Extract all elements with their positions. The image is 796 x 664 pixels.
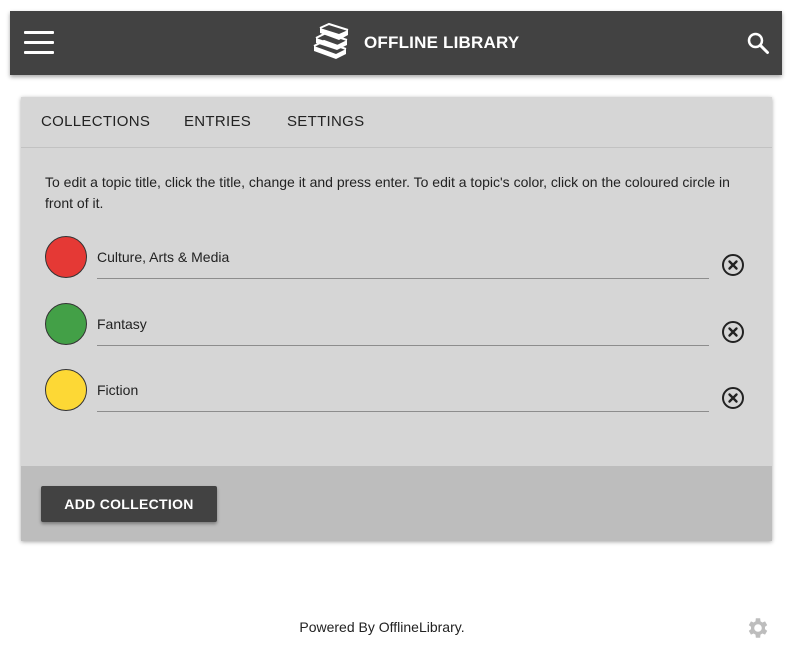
hamburger-menu-icon[interactable] [24, 31, 54, 55]
color-picker-dot[interactable] [45, 369, 87, 411]
powered-by-text: Powered By OfflineLibrary. [299, 619, 465, 635]
tab-entries[interactable]: ENTRIES [184, 113, 251, 130]
books-stack-icon [313, 22, 349, 59]
brand[interactable]: OFFLINE LIBRARY [306, 21, 519, 65]
circle-x-icon[interactable] [721, 320, 745, 344]
app-title: OFFLINE LIBRARY [364, 33, 520, 52]
add-collection-button[interactable]: ADD COLLECTION [41, 486, 217, 522]
collection-title-input[interactable] [97, 369, 709, 412]
instructions-text: To edit a topic title, click the title, … [45, 174, 730, 211]
collections-card: COLLECTIONS ENTRIES SETTINGS To edit a t… [21, 97, 772, 541]
color-picker-dot[interactable] [45, 236, 87, 278]
circle-x-icon[interactable] [721, 386, 745, 410]
color-picker-dot[interactable] [45, 303, 87, 345]
collection-title-input[interactable] [97, 303, 709, 346]
tab-bar: COLLECTIONS ENTRIES SETTINGS [21, 97, 772, 148]
collection-row [45, 303, 750, 353]
collection-row [45, 236, 750, 286]
collection-row [45, 369, 750, 419]
app-bar: OFFLINE LIBRARY [10, 11, 782, 75]
gear-icon[interactable] [745, 615, 771, 641]
search-icon[interactable] [746, 31, 770, 55]
tab-collections[interactable]: COLLECTIONS [41, 113, 150, 130]
card-actions: ADD COLLECTION [21, 466, 772, 541]
collection-title-input[interactable] [97, 236, 709, 279]
circle-x-icon[interactable] [721, 253, 745, 277]
tab-settings[interactable]: SETTINGS [287, 113, 364, 130]
